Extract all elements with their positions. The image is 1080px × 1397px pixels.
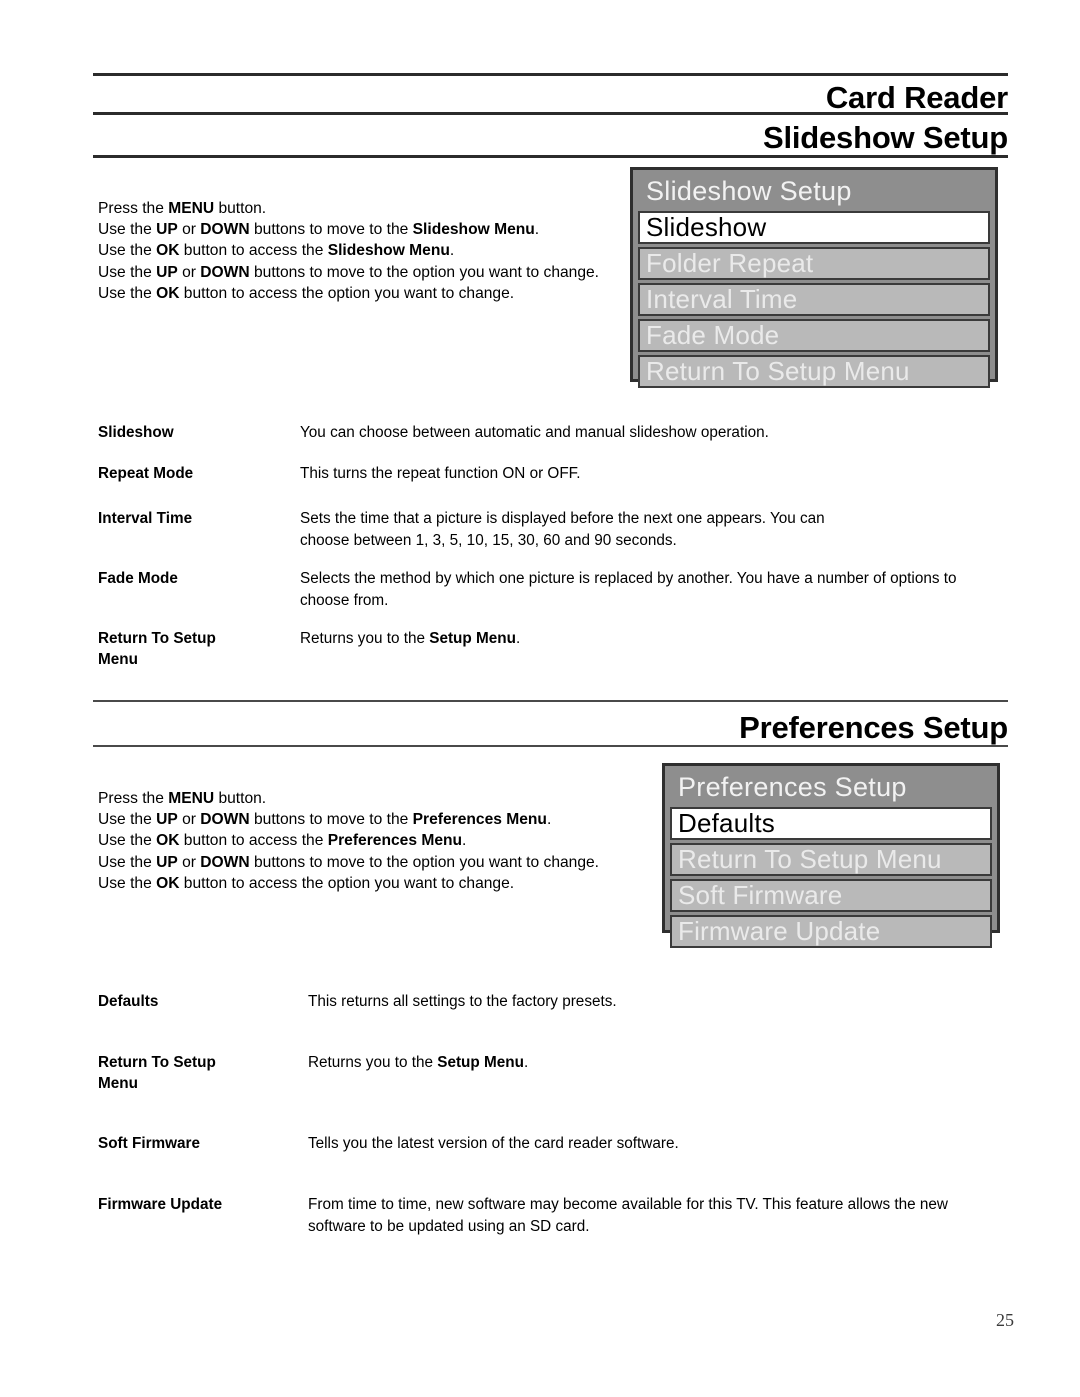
- osd-item-firmware-update[interactable]: Firmware Update: [670, 915, 992, 948]
- osd-item-fade-mode[interactable]: Fade Mode: [638, 319, 990, 352]
- osd-item-interval-time[interactable]: Interval Time: [638, 283, 990, 316]
- definition-description: This turns the repeat function ON or OFF…: [300, 465, 581, 482]
- osd-menu-slideshow-setup: Slideshow Setup Slideshow Folder Repeat …: [630, 167, 998, 388]
- osd-item-return-to-setup-menu[interactable]: Return To Setup Menu: [638, 355, 990, 388]
- instruction-line: Use the OK button to access the option y…: [98, 284, 515, 302]
- osd-title: Preferences Setup: [678, 772, 907, 802]
- osd-item-soft-firmware[interactable]: Soft Firmware: [670, 879, 992, 912]
- definition-term: Return To Setup Menu: [98, 630, 216, 668]
- osd-item-folder-repeat[interactable]: Folder Repeat: [638, 247, 990, 280]
- instruction-line: Use the UP or DOWN buttons to move to th…: [98, 263, 600, 281]
- definition-term: Return To Setup Menu: [98, 1054, 216, 1092]
- definition-term: Defaults: [98, 993, 159, 1010]
- definition-description: You can choose between automatic and man…: [300, 424, 769, 441]
- instruction-line: Use the OK button to access the option y…: [98, 874, 515, 892]
- page-number: 25: [996, 1310, 1014, 1330]
- definition-description: This returns all settings to the factory…: [308, 993, 617, 1010]
- instructions-slideshow: Press the MENU button. Use the UP or DOW…: [98, 198, 628, 304]
- manual-page: Card Reader Slideshow Setup Press the ME…: [0, 0, 1080, 1397]
- section-heading-preferences-setup: Preferences Setup: [739, 710, 1008, 745]
- definition-description: From time to time, new software may beco…: [308, 1196, 948, 1235]
- definition-term: Slideshow: [98, 424, 174, 441]
- definition-description: Sets the time that a picture is displaye…: [300, 510, 825, 549]
- instruction-line: Press the MENU button.: [98, 200, 267, 217]
- definition-term: Fade Mode: [98, 570, 178, 587]
- rule-top: [93, 73, 1008, 76]
- definition-description: Selects the method by which one picture …: [300, 570, 957, 609]
- instruction-line: Use the UP or DOWN buttons to move to th…: [98, 853, 600, 871]
- osd-item-return-to-setup-menu[interactable]: Return To Setup Menu: [670, 843, 992, 876]
- definition-description: Tells you the latest version of the card…: [308, 1135, 679, 1152]
- definition-description: Returns you to the Setup Menu.: [300, 630, 521, 647]
- osd-item-defaults[interactable]: Defaults: [670, 807, 992, 840]
- definition-term: Firmware Update: [98, 1196, 223, 1213]
- definition-term: Soft Firmware: [98, 1135, 200, 1152]
- definition-description: Returns you to the Setup Menu.: [308, 1054, 529, 1071]
- section-heading-slideshow-setup: Slideshow Setup: [762, 120, 1008, 155]
- instruction-line: Use the OK button to access the Slidesho…: [98, 242, 455, 260]
- osd-menu-preferences-setup: Preferences Setup Defaults Return To Set…: [662, 763, 1000, 948]
- instruction-line: Press the MENU button.: [98, 790, 267, 807]
- osd-item-slideshow[interactable]: Slideshow: [638, 211, 990, 244]
- definition-term: Interval Time: [98, 510, 193, 527]
- rule-above-preferences: [93, 700, 1008, 702]
- osd-title: Slideshow Setup: [646, 176, 852, 206]
- instruction-line: Use the OK button to access the Preferen…: [98, 832, 467, 850]
- definition-term: Repeat Mode: [98, 465, 194, 482]
- page-title: Card Reader: [825, 80, 1008, 115]
- instructions-preferences: Press the MENU button. Use the UP or DOW…: [98, 788, 658, 894]
- instruction-line: Use the UP or DOWN buttons to move to th…: [98, 811, 552, 829]
- instruction-line: Use the UP or DOWN buttons to move to th…: [98, 221, 540, 239]
